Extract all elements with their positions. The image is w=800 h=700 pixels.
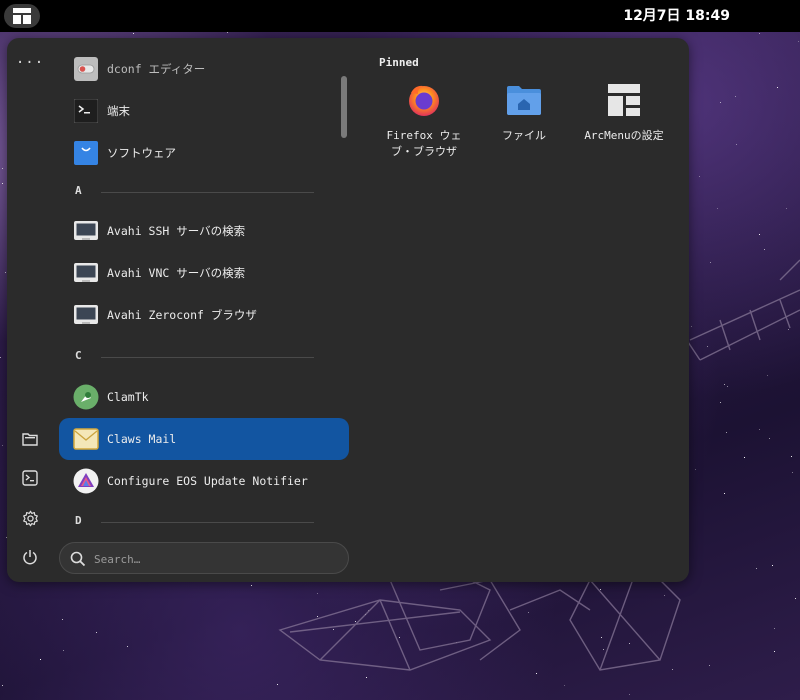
firefox-icon [406, 82, 442, 118]
list-item-label: ソフトウェア [107, 146, 176, 160]
files-button[interactable] [19, 428, 41, 450]
dconf-editor-icon [73, 56, 99, 82]
star [777, 87, 778, 88]
pinned-item-label: Firefox ウェブ・ブラウザ [386, 129, 462, 158]
star [63, 650, 64, 651]
star [5, 272, 6, 273]
section-letter: D [75, 514, 82, 527]
list-item-label: Avahi SSH サーバの検索 [107, 224, 246, 238]
star [96, 632, 97, 633]
star [720, 102, 721, 103]
search-input[interactable] [94, 549, 334, 569]
folder-icon [22, 433, 38, 446]
list-item-label: 端末 [107, 104, 130, 118]
list-item[interactable]: ClamTk [59, 376, 349, 418]
software-bag-icon [73, 140, 99, 166]
list-item[interactable]: Avahi VNC サーバの検索 [59, 252, 349, 294]
settings-button[interactable] [19, 507, 41, 529]
list-item[interactable]: dconf エディター [59, 48, 349, 90]
list-item[interactable]: Avahi SSH サーバの検索 [59, 210, 349, 252]
envelope-icon [73, 426, 99, 452]
pinned-item-label: ArcMenuの設定 [584, 129, 664, 142]
list-item[interactable]: ソフトウェア [59, 132, 349, 174]
list-item-label: ClamTk [107, 390, 149, 404]
top-bar: 12月7日 18:49 [0, 0, 800, 32]
star [251, 585, 252, 586]
star [2, 445, 3, 446]
pinned-item-label: ファイル [502, 129, 546, 142]
pinned-title: Pinned [379, 56, 419, 69]
star [699, 176, 700, 177]
section-header-d: D [59, 512, 349, 532]
app-list[interactable]: dconf エディター 端末 ソフトウェア A Avahi SSH サーバの検索… [59, 48, 349, 538]
pinned-item-arcmenu-settings[interactable]: ArcMenuの設定 [569, 82, 679, 172]
section-header-a: A [59, 182, 349, 202]
list-item-label: Configure EOS Update Notifier [107, 474, 308, 488]
star [759, 33, 760, 34]
monitor-icon [73, 218, 99, 244]
divider [101, 357, 314, 358]
section-letter: C [75, 349, 82, 362]
star [62, 619, 63, 620]
folder-home-icon [506, 82, 542, 118]
clock[interactable]: 12月7日 18:49 [0, 0, 730, 32]
star [0, 357, 1, 358]
star [2, 183, 3, 184]
list-item-label: Claws Mail [107, 432, 177, 446]
list-item[interactable]: 端末 [59, 90, 349, 132]
star [127, 646, 128, 647]
more-options-button[interactable]: ··· [16, 52, 43, 74]
search-icon [70, 551, 86, 567]
list-item-label: dconf エディター [107, 62, 206, 76]
star [40, 659, 41, 660]
list-item-label: Avahi VNC サーバの検索 [107, 266, 246, 280]
terminal-small-icon [22, 470, 38, 486]
scrollbar[interactable] [341, 76, 347, 138]
divider [101, 192, 314, 193]
arcmenu-layout-icon [606, 82, 642, 118]
star [736, 144, 737, 145]
section-header-c: C [59, 347, 349, 367]
star [735, 96, 736, 97]
section-letter: A [75, 184, 82, 197]
star [133, 33, 134, 34]
pinned-item-firefox[interactable]: Firefox ウェブ・ブラウザ [369, 82, 479, 172]
star [798, 41, 799, 42]
star [2, 685, 3, 686]
star [227, 32, 228, 33]
search-box[interactable] [59, 542, 349, 574]
power-button[interactable] [19, 546, 41, 568]
power-icon [23, 550, 37, 565]
pinned-item-files[interactable]: ファイル [469, 82, 579, 172]
monitor-icon [73, 302, 99, 328]
list-item[interactable]: Configure EOS Update Notifier [59, 460, 349, 502]
eos-icon [73, 468, 99, 494]
list-item-selected[interactable]: Claws Mail [59, 418, 349, 460]
divider [101, 522, 314, 523]
clamtk-icon [73, 384, 99, 410]
monitor-icon [73, 260, 99, 286]
arcmenu-panel: ··· dconf エディター 端末 ソフトウェア A Avahi SSH サー… [7, 38, 689, 582]
gear-icon [22, 510, 38, 526]
list-item-label: Avahi Zeroconf ブラウザ [107, 308, 257, 322]
terminal-icon [73, 98, 99, 124]
star [2, 168, 3, 169]
list-item[interactable]: Avahi Zeroconf ブラウザ [59, 294, 349, 336]
terminal-button[interactable] [19, 467, 41, 489]
